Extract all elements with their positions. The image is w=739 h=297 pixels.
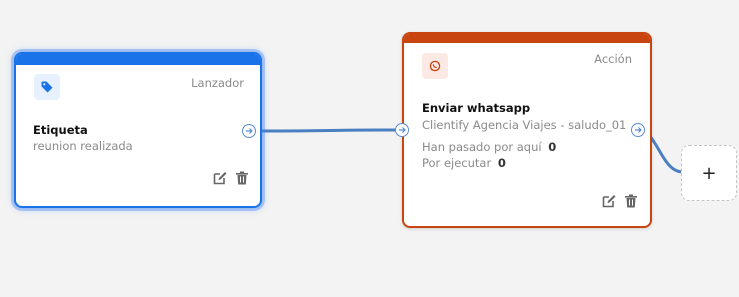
- trigger-node-header: [16, 54, 260, 65]
- action-output-port[interactable]: [631, 123, 645, 137]
- trigger-subtitle: reunion realizada: [33, 139, 133, 153]
- stat-pending-value: 0: [497, 156, 506, 170]
- action-node-header: [404, 34, 650, 43]
- whatsapp-icon: [422, 53, 448, 79]
- trigger-output-port[interactable]: [242, 124, 256, 138]
- arrow-right-icon: [246, 128, 253, 134]
- edit-icon[interactable]: [601, 193, 617, 209]
- edit-icon[interactable]: [212, 170, 228, 186]
- action-node[interactable]: Acción Enviar whatsapp Clientify Agencia…: [402, 32, 652, 228]
- arrow-right-icon: [399, 127, 406, 133]
- tag-icon: [34, 74, 60, 100]
- action-input-port[interactable]: [395, 123, 409, 137]
- add-node-button[interactable]: +: [681, 145, 737, 201]
- action-actions: [601, 193, 639, 209]
- trash-icon[interactable]: [234, 170, 250, 186]
- action-title: Enviar whatsapp: [422, 101, 531, 115]
- stat-pending-label: Por ejecutar: [422, 156, 492, 170]
- arrow-right-icon: [635, 127, 642, 133]
- trigger-node[interactable]: Lanzador Etiqueta reunion realizada: [14, 52, 262, 208]
- stat-pending: Por ejecutar 0: [422, 156, 506, 170]
- stat-passed: Han pasado por aquí 0: [422, 140, 556, 154]
- plus-icon: +: [701, 162, 717, 184]
- trigger-title: Etiqueta: [33, 123, 88, 137]
- stat-passed-label: Han pasado por aquí: [422, 140, 542, 154]
- trash-icon[interactable]: [623, 193, 639, 209]
- stat-passed-value: 0: [548, 140, 557, 154]
- connector-trigger-to-action: [255, 128, 398, 133]
- trigger-type-label: Lanzador: [191, 76, 244, 90]
- action-subtitle: Clientify Agencia Viajes - saludo_01: [422, 118, 627, 132]
- action-type-label: Acción: [594, 52, 632, 66]
- trigger-actions: [212, 170, 250, 186]
- workflow-canvas[interactable]: Lanzador Etiqueta reunion realizada Acci…: [0, 0, 739, 297]
